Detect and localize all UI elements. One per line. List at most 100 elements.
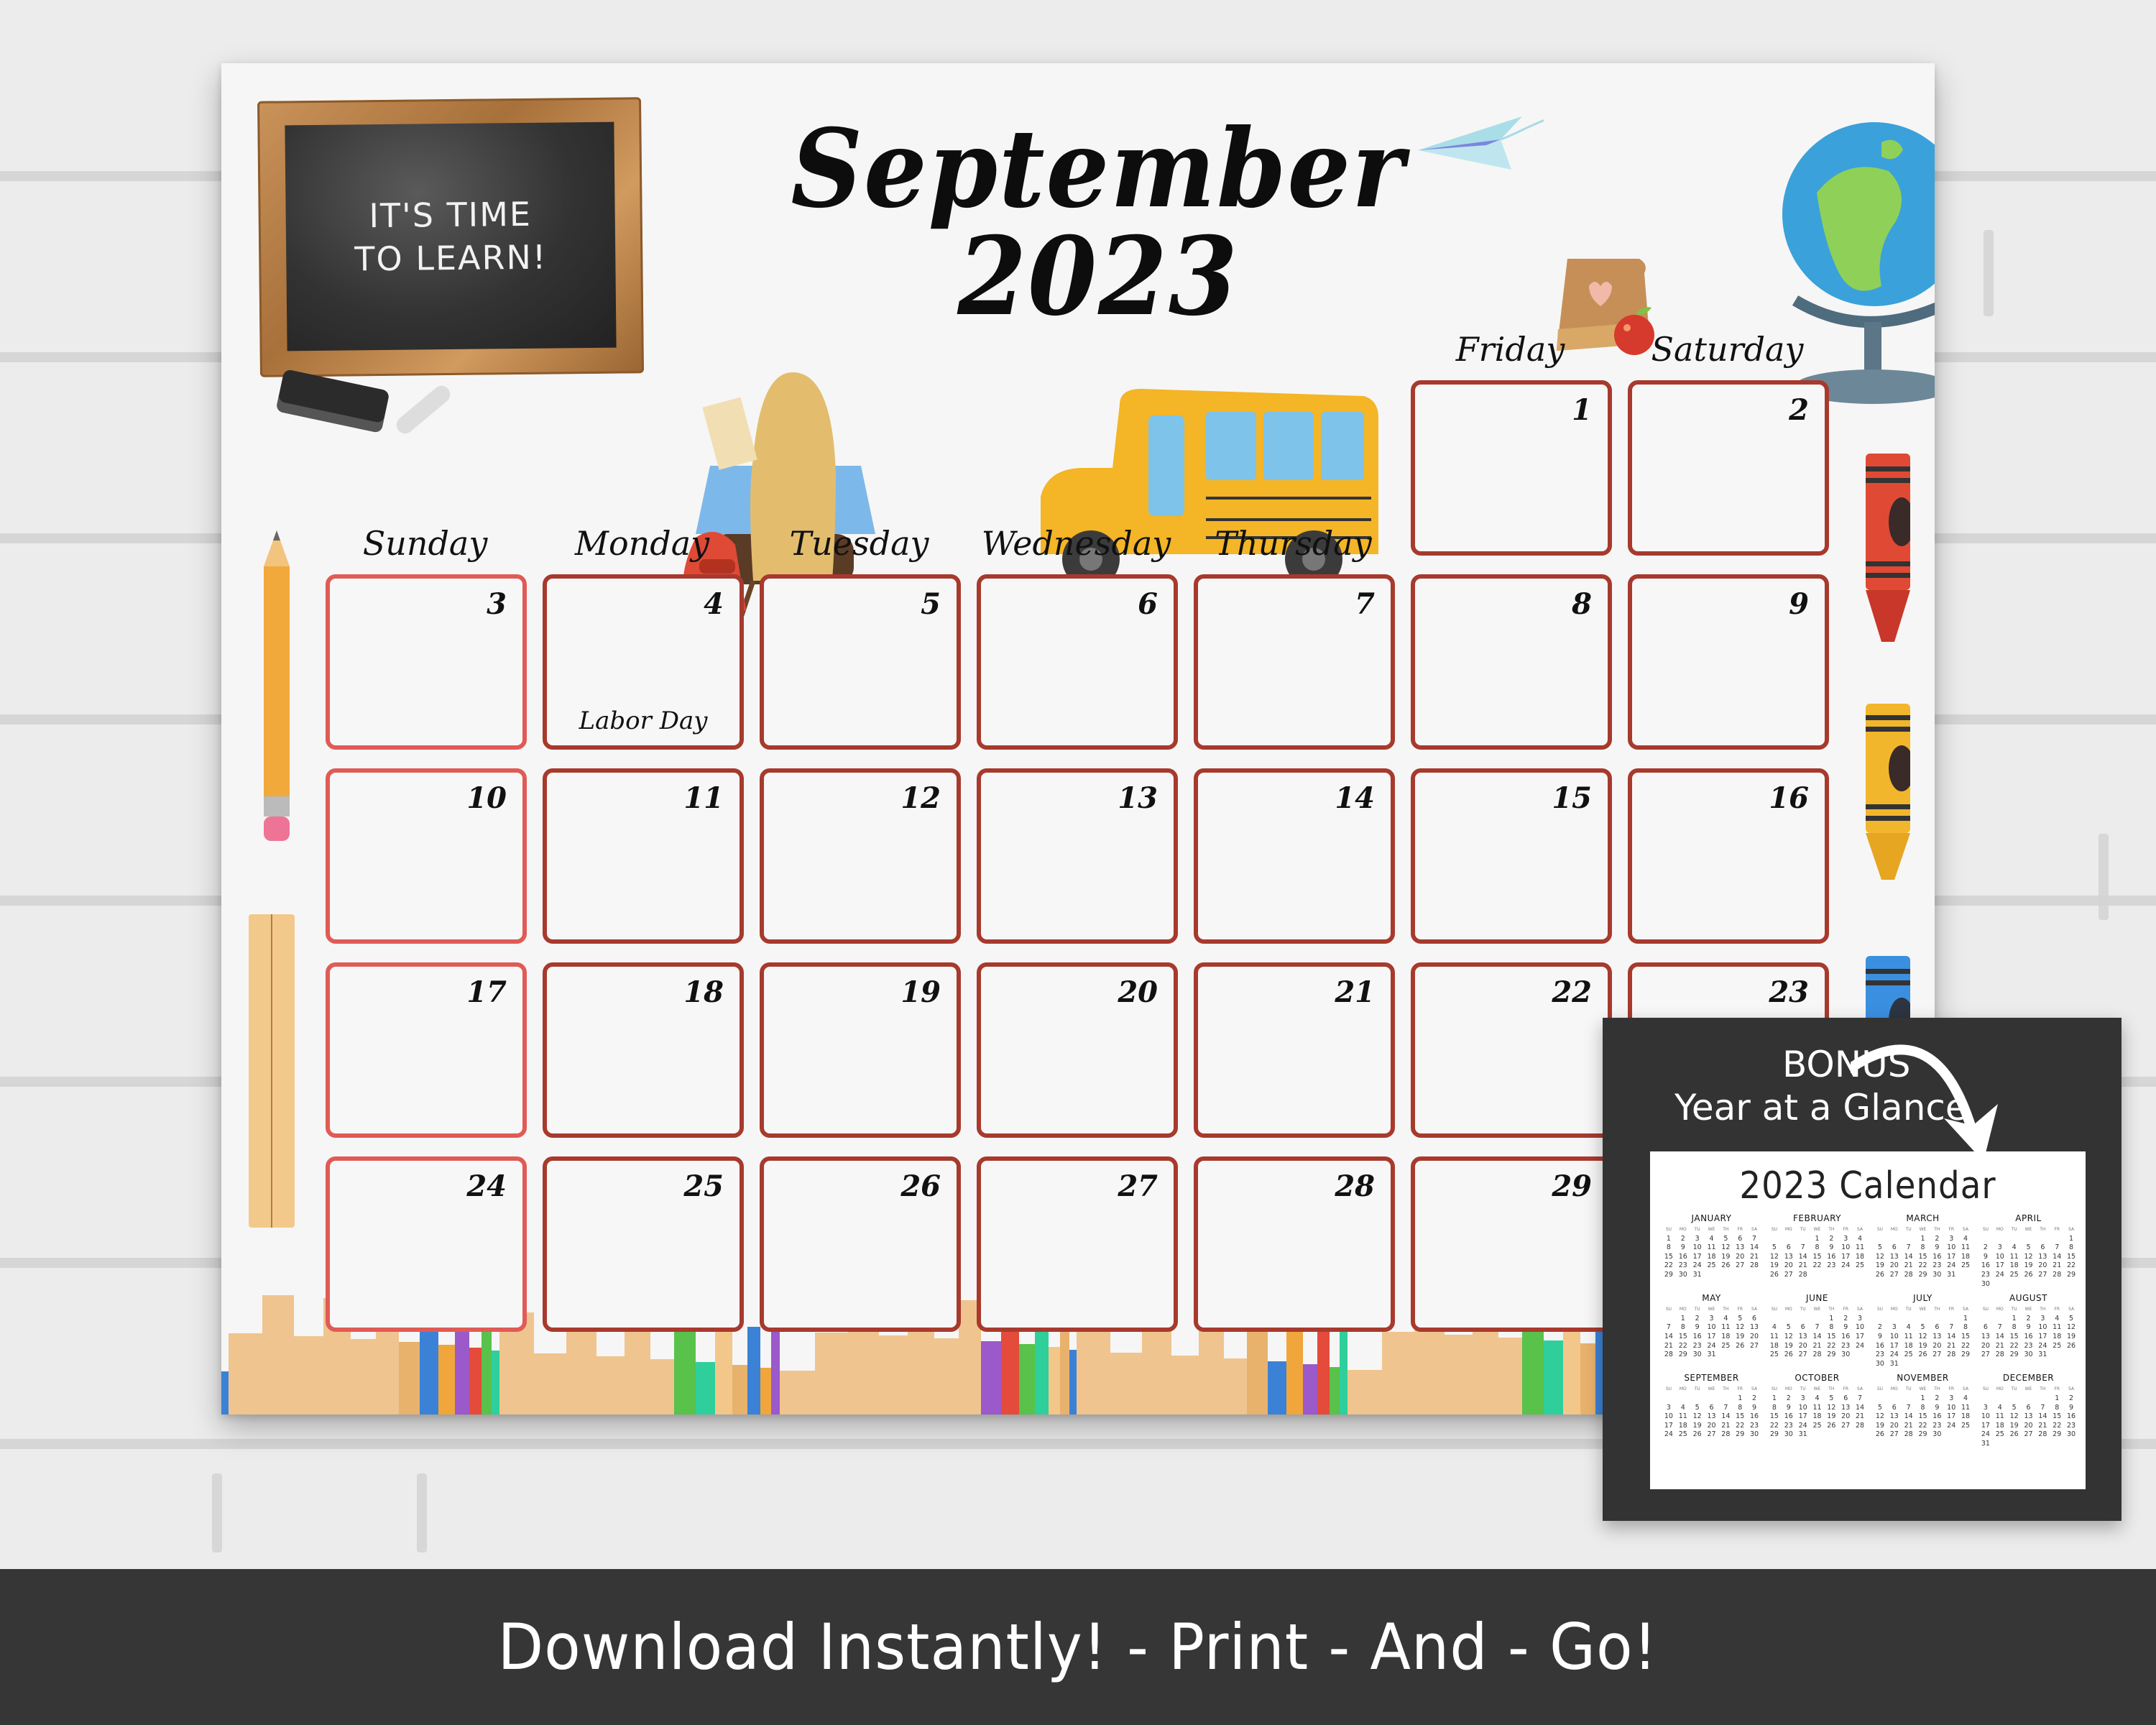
mini-day: 22 <box>1827 1341 1836 1350</box>
day-cell-13[interactable]: 13 <box>977 768 1178 944</box>
mini-blank <box>1676 1394 1690 1404</box>
mini-weekday: TH <box>1828 1227 1835 1232</box>
book-spine <box>625 1318 650 1414</box>
pencil-icon <box>264 530 290 841</box>
mini-day: 13 <box>1932 1332 1942 1340</box>
day-cell-18[interactable]: 18 <box>543 962 744 1138</box>
mini-day: 31 <box>1889 1359 1899 1368</box>
day-cell-14[interactable]: 14 <box>1194 768 1395 944</box>
year-at-a-glance-sheet: 2023 Calendar January SU MO TU WE TH FR SA 1 2 3 4 5… <box>1650 1151 2086 1489</box>
day-cell-5[interactable]: 5 <box>760 574 961 750</box>
mini-day: 11 <box>1995 1412 2004 1421</box>
mini-day: 19 <box>1769 1261 1779 1270</box>
day-number: 17 <box>466 975 507 1009</box>
mini-day: 13 <box>1784 1252 1793 1261</box>
day-cell-27[interactable]: 27 <box>977 1156 1178 1332</box>
book-spine <box>1330 1367 1340 1414</box>
day-number: 18 <box>683 975 724 1009</box>
book-spine <box>438 1345 455 1414</box>
mini-day: 16 <box>1750 1412 1759 1421</box>
day-cell-9[interactable]: 9 <box>1628 574 1829 750</box>
day-cell-22[interactable]: 22 <box>1411 962 1612 1138</box>
day-cell-12[interactable]: 12 <box>760 768 961 944</box>
mini-day: 30 <box>1932 1430 1942 1439</box>
day-cell-10[interactable]: 10 <box>326 768 527 944</box>
mini-day: 14 <box>1798 1252 1807 1261</box>
mini-day: 14 <box>2053 1252 2062 1261</box>
day-number: 21 <box>1335 975 1375 1009</box>
mini-day: 2 <box>1983 1243 1988 1252</box>
mini-weekday: SU <box>1982 1227 1989 1232</box>
mini-day: 23 <box>1841 1341 1851 1350</box>
mini-blank <box>1930 1315 1944 1324</box>
day-cell-24[interactable]: 24 <box>326 1156 527 1332</box>
day-cell-2[interactable]: 2 <box>1628 380 1829 556</box>
mini-day: 9 <box>1983 1252 1988 1261</box>
mini-month-april: April SU MO TU WE TH FR SA 1 2 3 4 5 6 7 8 9 10 11 12 13 14 15… <box>1978 1213 2078 1289</box>
mini-weekday: TU <box>1694 1386 1700 1392</box>
day-cell-19[interactable]: 19 <box>760 962 961 1138</box>
day-cell-4[interactable]: 4 Labor Day <box>543 574 744 750</box>
mini-day: 24 <box>1981 1430 1990 1439</box>
mini-day: 18 <box>1721 1332 1731 1340</box>
chalkboard-surface: It's time to learn! <box>285 121 617 351</box>
mini-weekday: FR <box>1737 1307 1743 1312</box>
day-cell-11[interactable]: 11 <box>543 768 744 944</box>
day-cell-15[interactable]: 15 <box>1411 768 1612 944</box>
mini-day: 5 <box>2012 1403 2017 1412</box>
mini-weekday: MO <box>1890 1386 1898 1392</box>
day-cell-20[interactable]: 20 <box>977 962 1178 1138</box>
mini-day: 12 <box>1875 1252 1884 1261</box>
brick-joint <box>2099 834 2109 920</box>
mini-day: 21 <box>1995 1341 2004 1350</box>
mini-day: 12 <box>1918 1332 1927 1340</box>
chalkboard-line-1: It's time <box>369 194 533 236</box>
day-number: 9 <box>1789 587 1809 621</box>
day-cell-7[interactable]: 7 <box>1194 574 1395 750</box>
mini-blank <box>1902 1315 1916 1324</box>
mini-weekday: SU <box>1876 1307 1884 1312</box>
day-cell-29[interactable]: 29 <box>1411 1156 1612 1332</box>
book-spine <box>1348 1370 1382 1414</box>
mini-blank <box>2007 1235 2022 1244</box>
day-number: 16 <box>1769 781 1809 815</box>
mini-day: 4 <box>1963 1394 1968 1402</box>
day-cell-26[interactable]: 26 <box>760 1156 961 1332</box>
mini-day: 30 <box>2067 1430 2076 1439</box>
mini-day: 12 <box>1875 1412 1884 1421</box>
mini-day: 28 <box>1721 1430 1731 1439</box>
mini-day: 9 <box>1935 1403 1940 1412</box>
mini-day: 27 <box>2038 1270 2047 1279</box>
book-spine <box>650 1359 674 1414</box>
mini-day: 23 <box>1932 1261 1942 1270</box>
mini-weekday: WE <box>1708 1307 1715 1312</box>
mini-day: 11 <box>1856 1243 1865 1252</box>
mini-day: 1 <box>1829 1314 1834 1322</box>
book-spine <box>596 1356 625 1414</box>
mini-day: 4 <box>2012 1243 2017 1252</box>
day-cell-17[interactable]: 17 <box>326 962 527 1138</box>
mini-blank <box>1873 1235 1887 1244</box>
mini-day: 13 <box>1981 1332 1990 1340</box>
weekday-header-monday: Monday <box>574 524 710 563</box>
book-spine <box>262 1295 294 1414</box>
day-cell-21[interactable]: 21 <box>1194 962 1395 1138</box>
mini-day: 3 <box>1843 1234 1848 1243</box>
book-spine <box>696 1362 715 1414</box>
day-cell-1[interactable]: 1 <box>1411 380 1612 556</box>
book-spine <box>1019 1344 1035 1414</box>
day-cell-16[interactable]: 16 <box>1628 768 1829 944</box>
mini-day: 21 <box>1750 1252 1759 1261</box>
day-cell-8[interactable]: 8 <box>1411 574 1612 750</box>
day-cell-25[interactable]: 25 <box>543 1156 744 1332</box>
mini-blank <box>1978 1235 1993 1244</box>
day-cell-6[interactable]: 6 <box>977 574 1178 750</box>
mini-day: 23 <box>2024 1341 2033 1350</box>
book-spine <box>879 1335 908 1414</box>
mini-day: 5 <box>1695 1403 1700 1412</box>
mini-day: 26 <box>1769 1270 1779 1279</box>
mini-blank <box>1902 1235 1916 1244</box>
book-spine <box>294 1336 323 1414</box>
day-cell-3[interactable]: 3 <box>326 574 527 750</box>
day-cell-28[interactable]: 28 <box>1194 1156 1395 1332</box>
